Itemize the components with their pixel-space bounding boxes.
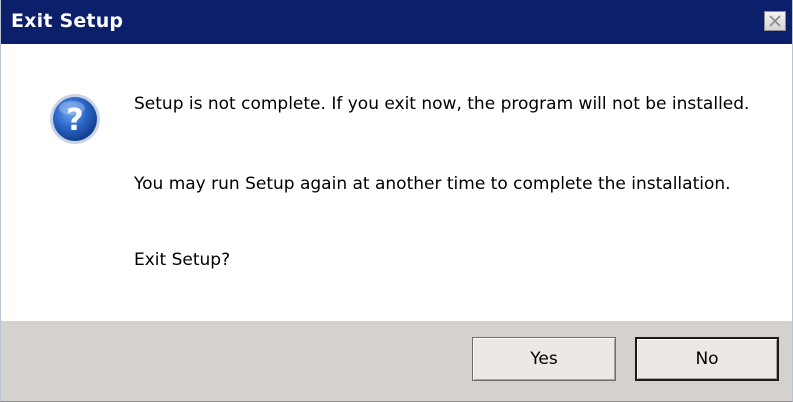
title-bar: Exit Setup — [1, 0, 792, 44]
button-bar: Yes No — [1, 321, 792, 401]
question-icon: ? — [48, 92, 102, 146]
window-title: Exit Setup — [11, 10, 124, 32]
no-button[interactable]: No — [635, 337, 779, 381]
close-icon — [769, 15, 781, 27]
message-line-2: You may run Setup again at another time … — [134, 174, 731, 194]
dialog-content: ? Setup is not complete. If you exit now… — [1, 44, 792, 321]
exit-setup-dialog: Exit Setup ? Setup is not complete. If y… — [0, 0, 793, 402]
svg-text:?: ? — [66, 103, 83, 138]
message-line-3: Exit Setup? — [134, 250, 231, 270]
yes-button[interactable]: Yes — [472, 337, 616, 381]
close-button[interactable] — [764, 11, 786, 31]
message-line-1: Setup is not complete. If you exit now, … — [134, 94, 750, 114]
